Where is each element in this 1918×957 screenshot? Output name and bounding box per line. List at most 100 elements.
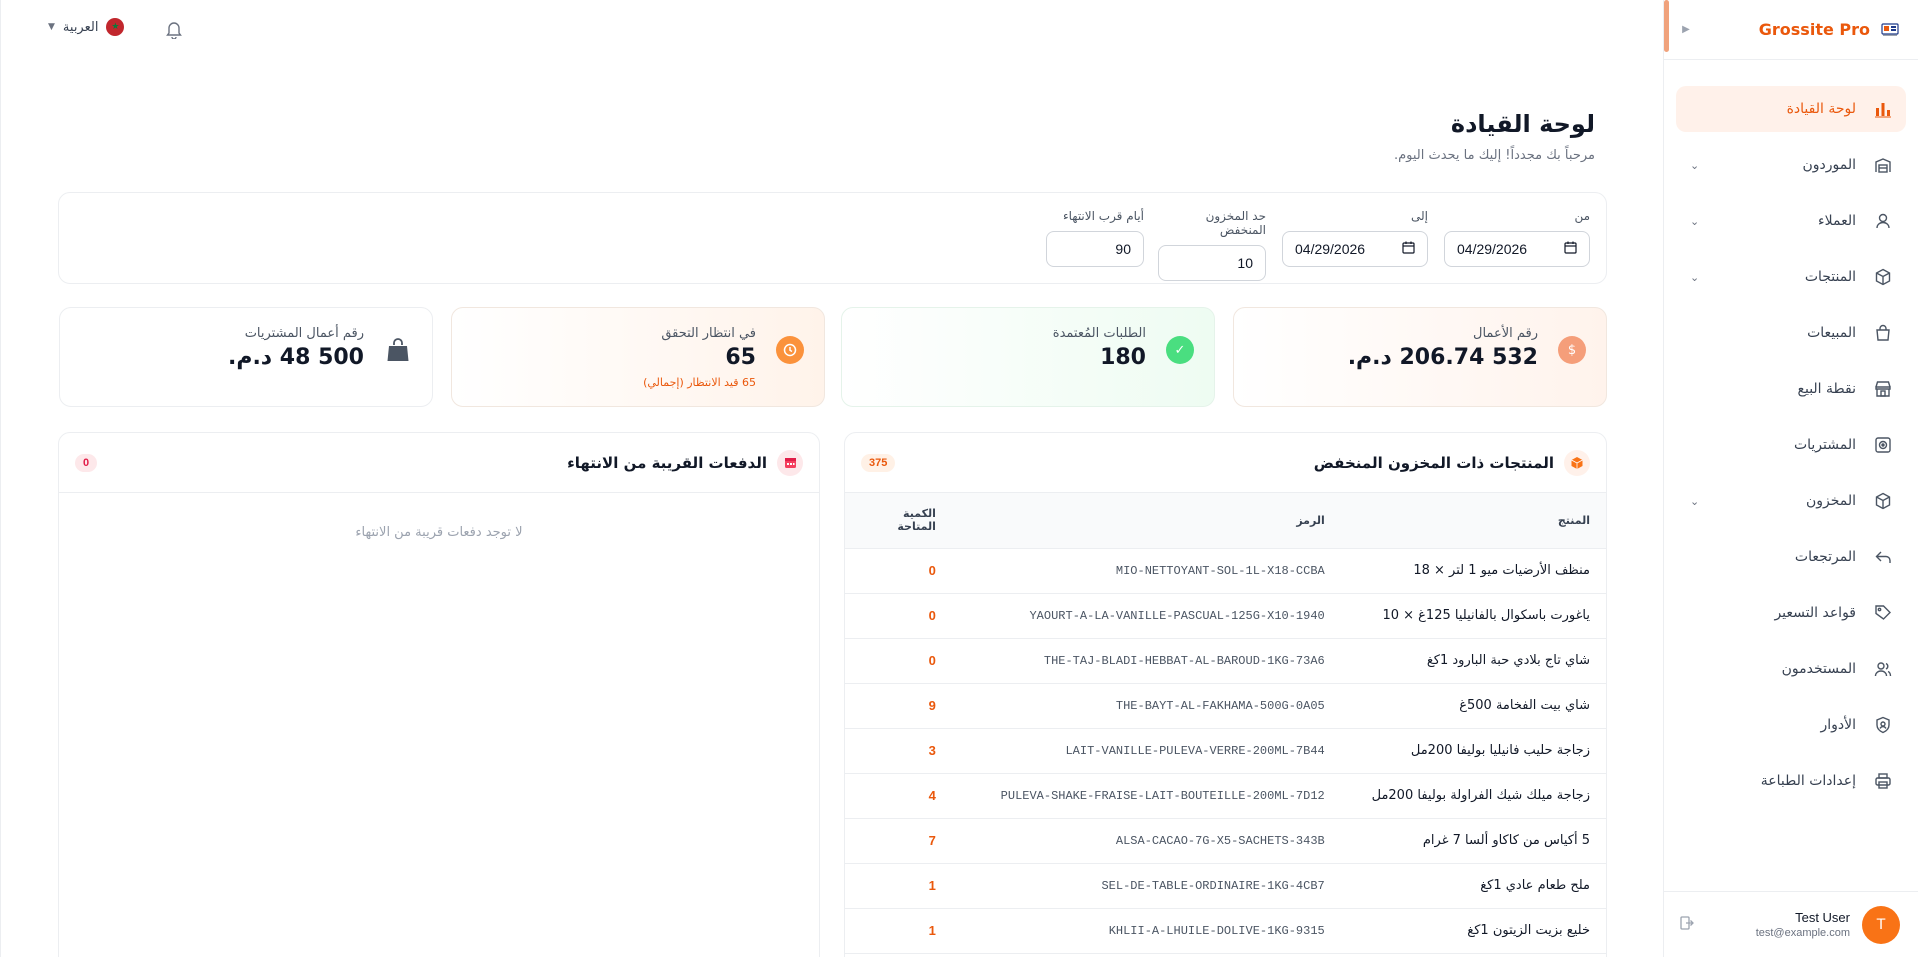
main-content: ★ العربية ▼ لوحة القيادة مرحباً بك مجددا…	[0, 0, 1663, 957]
expiring-title: الدفعات القريبة من الانتهاء	[567, 453, 767, 472]
sidebar-collapse-button[interactable]: ▶	[1676, 24, 1696, 35]
product-code: THE-BAYT-AL-FAKHAMA-500G-0A05	[1115, 698, 1325, 713]
to-label: إلى	[1411, 209, 1428, 223]
brand-name: Grossite Pro	[1758, 20, 1870, 39]
sidebar-item-inventory[interactable]: المخزون ⌄	[1676, 478, 1906, 524]
calendar-icon[interactable]	[1564, 241, 1577, 257]
available-qty: 3	[928, 743, 936, 758]
expiring-batches-panel: الدفعات القريبة من الانتهاء 0 لا توجد دف…	[58, 432, 820, 957]
low-stock-table: المنتج الرمز الكمية المتاحة منظف الأرضيا…	[845, 493, 1606, 954]
sidebar-item-dashboard[interactable]: لوحة القيادة	[1676, 86, 1906, 132]
product-name: شاي تاج بلادي حبة البارود 1كغ	[1426, 653, 1590, 668]
caret-down-icon: ▼	[48, 22, 55, 32]
sidebar-item-label: إعدادات الطباعة	[1760, 773, 1856, 789]
sidebar-item-roles[interactable]: الأدوار	[1676, 702, 1906, 748]
sidebar-item-customers[interactable]: العملاء ⌄	[1676, 198, 1906, 244]
purchases-text: رقم أعمال المشتريات 500 48 د.م.	[228, 326, 364, 370]
sidebar-item-pos[interactable]: نقطة البيع	[1676, 366, 1906, 412]
sidebar-item-suppliers[interactable]: الموردون ⌄	[1676, 142, 1906, 188]
table-row[interactable]: زجاجة حليب فانيليا بوليفا 200مل LAIT-VANI…	[845, 728, 1606, 773]
stat-cards: $ رقم الأعمال 532 206.74 د.م. ✓ الطلبات …	[58, 307, 1607, 407]
chevron-down-icon[interactable]: ⌄	[1690, 271, 1699, 284]
return-arrow-icon	[1872, 546, 1894, 568]
user-info: Test User test@example.com	[1756, 910, 1850, 939]
low-stock-input[interactable]: 10	[1158, 245, 1266, 281]
product-name: ياغورت باسكوال بالفانيليا 125غ × 10	[1382, 608, 1590, 623]
sidebar-item-print-settings[interactable]: إعدادات الطباعة	[1676, 758, 1906, 804]
sidebar-item-returns[interactable]: المرتجعات	[1676, 534, 1906, 580]
dollar-icon: $	[1558, 336, 1586, 364]
table-header-row: المنتج الرمز الكمية المتاحة	[845, 493, 1606, 548]
sidebar-item-users[interactable]: المستخدمون	[1676, 646, 1906, 692]
table-row[interactable]: شاي تاج بلادي حبة البارود 1كغ THE-TAJ-BLA…	[845, 638, 1606, 683]
available-qty: 0	[928, 653, 936, 668]
box-icon	[1872, 266, 1894, 288]
sidebar-item-label: المستخدمون	[1781, 661, 1856, 677]
to-date-input[interactable]: 04/29/2026	[1282, 231, 1428, 267]
chevron-down-icon[interactable]: ⌄	[1690, 159, 1699, 172]
sidebar-item-products[interactable]: المنتجات ⌄	[1676, 254, 1906, 300]
bar-chart-icon	[1872, 98, 1894, 120]
sidebar-item-label: نقطة البيع	[1797, 381, 1856, 397]
product-name: منظف الأرضيات ميو 1 لتر × 18	[1413, 563, 1590, 578]
sidebar-item-pricing-rules[interactable]: قواعد التسعير	[1676, 590, 1906, 636]
sidebar-item-label: المنتجات	[1804, 269, 1856, 285]
from-date-input[interactable]: 04/29/2026	[1444, 231, 1590, 267]
expiring-count-badge: 0	[75, 453, 98, 472]
sidebar-item-purchases[interactable]: المشتريات	[1676, 422, 1906, 468]
table-row[interactable]: خليع بزيت الزيتون 1كغ KHLII-A-LHUILE-DOLI…	[845, 908, 1606, 953]
product-code: MIO-NETTOYANT-SOL-1L-X18-CCBA	[1115, 563, 1325, 578]
sidebar-item-label: قواعد التسعير	[1774, 605, 1856, 621]
sidebar-item-label: المرتجعات	[1794, 549, 1856, 565]
chevron-down-icon[interactable]: ⌄	[1690, 215, 1699, 228]
expiring-header: الدفعات القريبة من الانتهاء 0	[59, 433, 819, 493]
product-code: KHLII-A-LHUILE-DOLIVE-1KG-9315	[1108, 923, 1325, 938]
clock-icon	[776, 336, 804, 364]
table-row[interactable]: 5 أكياس من كاكاو ألسا 7 غرام ALSA-CACAO-7…	[845, 818, 1606, 863]
purchase-icon	[1872, 434, 1894, 456]
table-row[interactable]: ملح طعام عادي 1كغ SEL-DE-TABLE-ORDINAIRE-…	[845, 863, 1606, 908]
column-header-qty[interactable]: الكمية المتاحة	[845, 493, 952, 548]
calendar-icon[interactable]	[1402, 241, 1415, 257]
filter-expiry-days: أيام قرب الانتهاء 90	[1046, 209, 1144, 267]
product-name: ملح طعام عادي 1كغ	[1480, 878, 1590, 893]
table-row[interactable]: زجاجة ميلك شيك الفراولة بوليفا 200مل PULE…	[845, 773, 1606, 818]
column-header-product[interactable]: المنتج	[1341, 493, 1606, 548]
user-profile[interactable]: T Test User test@example.com	[1663, 891, 1918, 957]
low-stock-panel: المنتجات ذات المخزون المنخفض 375 المنتج …	[844, 432, 1607, 957]
brand-logo-icon	[1880, 22, 1900, 38]
product-name: 5 أكياس من كاكاو ألسا 7 غرام	[1422, 833, 1590, 848]
chevron-down-icon[interactable]: ⌄	[1690, 495, 1699, 508]
sidebar-item-label: الأدوار	[1820, 717, 1856, 733]
column-header-code[interactable]: الرمز	[952, 493, 1341, 548]
page-header: لوحة القيادة مرحباً بك مجدداً! إليك ما ي…	[1394, 110, 1595, 163]
expiry-days-input[interactable]: 90	[1046, 231, 1144, 267]
pending-note: 65 قيد الانتظار (إجمالي)	[643, 376, 756, 389]
filter-to: إلى 04/29/2026	[1282, 209, 1428, 267]
available-qty: 0	[928, 608, 936, 623]
page-title: لوحة القيادة	[1450, 110, 1595, 138]
available-qty: 4	[928, 788, 936, 803]
available-qty: 1	[928, 923, 936, 938]
revenue-value: 532 206.74 د.م.	[1347, 345, 1538, 370]
low-stock-count-badge: 375	[861, 453, 896, 472]
notification-bell-icon[interactable]	[165, 20, 183, 43]
from-label: من	[1574, 209, 1590, 223]
low-stock-header: المنتجات ذات المخزون المنخفض 375	[845, 433, 1606, 493]
approved-text: الطلبات المُعتمدة 180	[1053, 326, 1146, 370]
language-selector[interactable]: ★ العربية ▼	[48, 18, 125, 36]
logout-icon[interactable]	[1679, 915, 1695, 935]
sidebar-scrollbar[interactable]	[1664, 0, 1669, 52]
to-date-value: 04/29/2026	[1295, 241, 1366, 257]
product-name: زجاجة ميلك شيك الفراولة بوليفا 200مل	[1371, 788, 1590, 803]
table-row[interactable]: منظف الأرضيات ميو 1 لتر × 18 MIO-NETTOYAN…	[845, 548, 1606, 593]
table-row[interactable]: ياغورت باسكوال بالفانيليا 125غ × 10 YAOUR…	[845, 593, 1606, 638]
table-row[interactable]: شاي بيت الفخامة 500غ THE-BAYT-AL-FAKHAMA-…	[845, 683, 1606, 728]
language-label: العربية	[62, 19, 99, 35]
avatar[interactable]: T	[1862, 905, 1900, 944]
filter-low-stock: حد المخزون المنخفض 10	[1158, 209, 1266, 281]
top-bar: ★ العربية ▼	[1, 0, 1664, 60]
sidebar-item-label: المخزون	[1805, 493, 1856, 509]
sidebar-item-sales[interactable]: المبيعات	[1676, 310, 1906, 356]
sidebar-item-label: المبيعات	[1807, 325, 1856, 341]
